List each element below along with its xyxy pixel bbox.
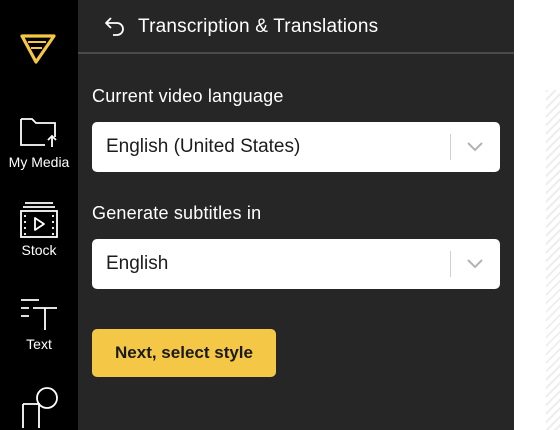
sidebar-item-my-media[interactable]: My Media (0, 112, 78, 170)
current-language-label: Current video language (92, 86, 284, 106)
app-logo-icon[interactable] (18, 28, 58, 68)
chevron-down-icon (467, 142, 483, 152)
current-language-select[interactable]: English (United States) (92, 122, 500, 172)
sidebar-item-shapes[interactable] (0, 386, 78, 428)
subtitle-language-value: English (106, 253, 169, 274)
sidebar-item-label: Text (26, 336, 52, 352)
transcription-panel: Transcription & Translations Current vid… (78, 0, 514, 430)
sidebar-item-label: Stock (21, 242, 57, 258)
panel-title: Transcription & Translations (138, 16, 379, 37)
next-select-style-button[interactable]: Next, select style (92, 329, 276, 377)
chevron-down-icon (467, 259, 483, 269)
sidebar-item-text[interactable]: Text (0, 294, 78, 352)
shapes-icon (22, 387, 58, 428)
back-arrow-icon[interactable] (104, 15, 126, 37)
subtitle-language-label: Generate subtitles in (92, 203, 262, 223)
canvas-pattern (546, 90, 560, 430)
current-language-value: English (United States) (106, 136, 301, 157)
subtitle-language-select[interactable]: English (92, 239, 500, 289)
select-divider (450, 134, 451, 160)
select-divider (450, 251, 451, 277)
sidebar-item-stock[interactable]: Stock (0, 200, 78, 258)
canvas-area (514, 0, 560, 430)
folder-upload-icon (20, 118, 57, 147)
panel-header: Transcription & Translations (78, 0, 514, 54)
sidebar-rail: My Media Stock Text (0, 0, 78, 430)
sidebar-item-label: My Media (8, 154, 70, 170)
film-strip-icon (20, 202, 58, 238)
text-tool-icon (21, 299, 57, 330)
